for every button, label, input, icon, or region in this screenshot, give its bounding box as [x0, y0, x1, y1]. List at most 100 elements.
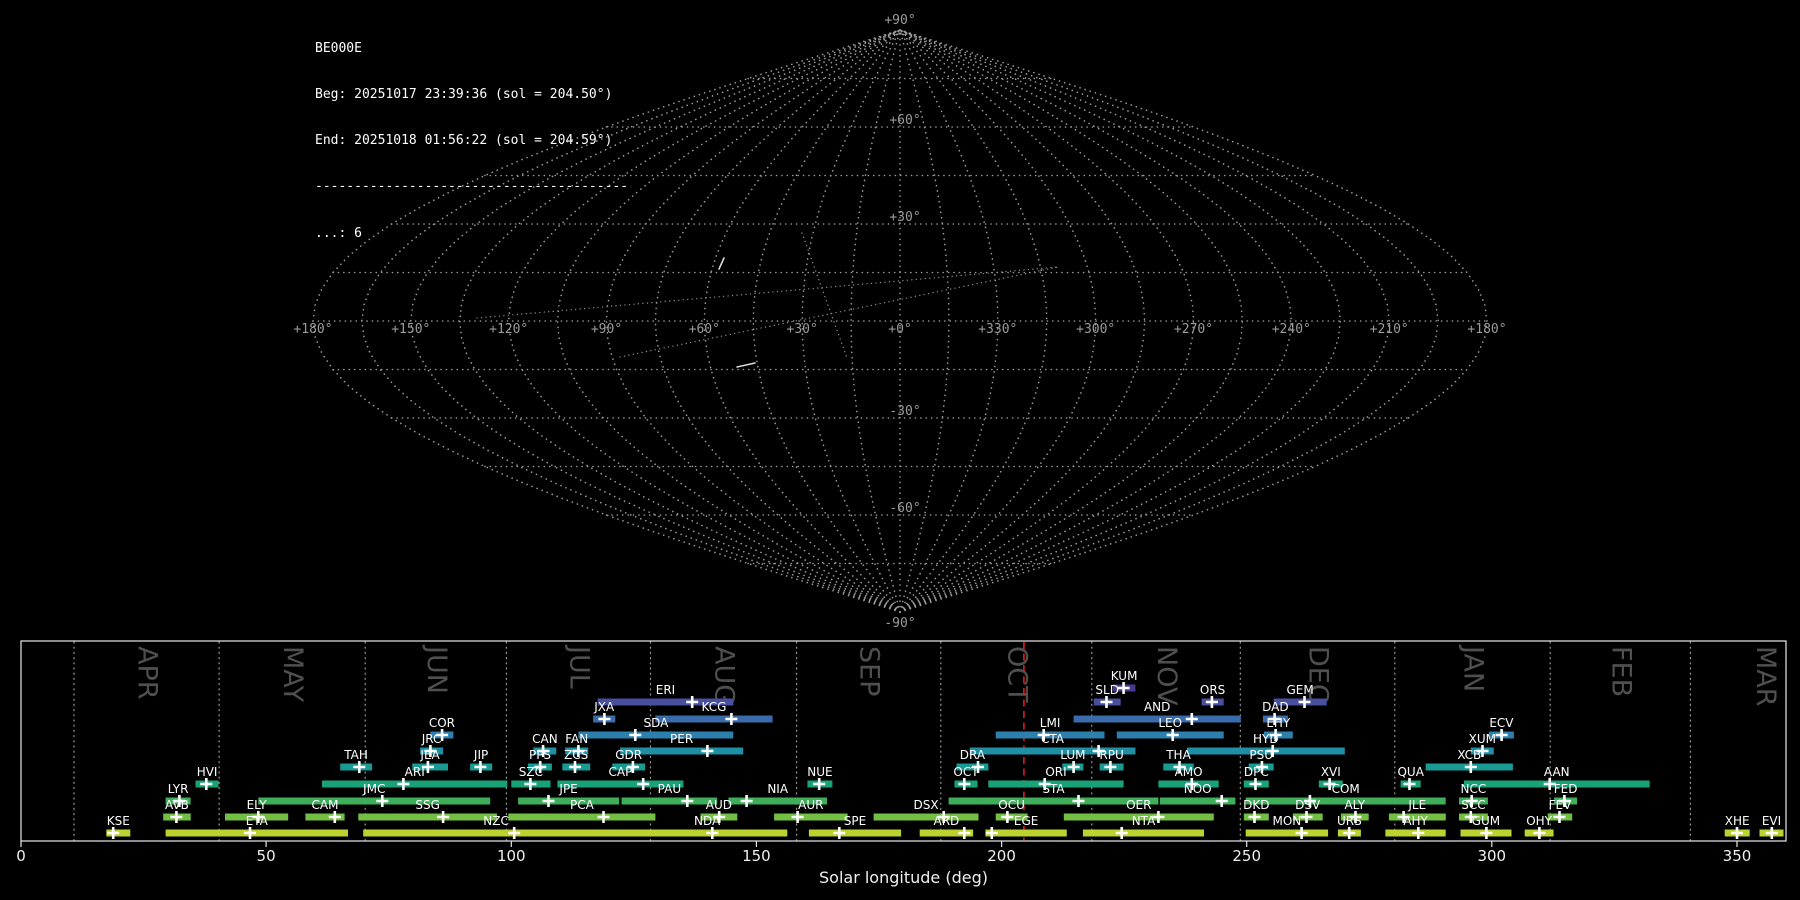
shower-code-label: LEO [1158, 716, 1182, 730]
longitude-label: +60° [689, 322, 720, 337]
shower-peak-marker [1104, 761, 1117, 773]
longitude-label: +240° [1272, 322, 1311, 337]
shower-code-label: ORS [1200, 683, 1225, 697]
shower-peak-marker [1553, 811, 1566, 823]
shower-code-label: AAN [1544, 765, 1570, 779]
shower-code-label: GDR [615, 748, 642, 762]
meteor-trail [476, 266, 1059, 319]
shower-peak-marker [107, 827, 120, 839]
shower-peak-marker [1533, 827, 1546, 839]
shower-code-label: LMI [1040, 716, 1061, 730]
shower-code-label: ERI [656, 683, 675, 697]
shower-peak-marker [1403, 778, 1416, 790]
shower-code-label: LUM [1060, 748, 1085, 762]
shower-peak-marker [629, 729, 642, 741]
shower-peak-marker [1731, 827, 1743, 839]
shower-code-label: XVI [1321, 765, 1341, 779]
meteor-count: ...: 6 [315, 225, 362, 241]
shower-peak-marker [200, 778, 213, 790]
month-label: SEP [854, 646, 885, 696]
shower-code-label: ELY [247, 798, 268, 812]
latitude-label: -30° [889, 404, 920, 419]
shower-peak-marker [1248, 811, 1261, 823]
shower-peak-marker [833, 827, 846, 839]
longitude-label: +150° [391, 322, 430, 337]
sky-map: +180° +150° +120° +90° +60° +30° +0° +330° +300°… [293, 13, 1506, 631]
shower-peak-marker [474, 761, 487, 773]
shower-code-label: ARI [405, 765, 425, 779]
meridian-line [899, 29, 1439, 613]
shower-activity-timeline: APR MAY JUN JUL AUG SEP OCT NOV DEC JAN FEB MARKUME… [16, 640, 1787, 887]
shower-code-label: CAN [532, 732, 558, 746]
shower-code-label: SDA [643, 716, 669, 730]
shower-peak-marker [1295, 827, 1308, 839]
longitude-label: +330° [978, 322, 1017, 337]
meteor-streak [718, 257, 725, 270]
shower-peak-marker [397, 778, 410, 790]
shower-activity-bar [873, 813, 979, 821]
x-tick-label: 250 [1232, 847, 1261, 865]
latitude-label: +30° [889, 210, 920, 225]
shower-code-label: OHY [1526, 814, 1552, 828]
shower-code-label: HVI [197, 765, 218, 779]
x-axis-title: Solar longitude (deg) [819, 868, 988, 887]
shower-code-label: COM [1332, 782, 1360, 796]
header-separator: ---------------------------------------- [315, 179, 629, 195]
shower-peak-marker [1115, 827, 1128, 839]
shower-peak-marker [985, 827, 998, 839]
end-time: End: 20251018 01:56:22 (sol = 204.59°) [315, 133, 613, 149]
meridian-line [899, 29, 1244, 613]
shower-code-label: XHE [1725, 814, 1750, 828]
shower-code-label: CAM [312, 798, 339, 812]
meridian-line [899, 29, 1146, 613]
shower-code-label: KUM [1111, 669, 1138, 683]
shower-activity-bar [1245, 829, 1329, 837]
shower-activity-bar [165, 829, 348, 837]
shower-activity-bar [808, 829, 902, 837]
shower-code-label: DSX [914, 798, 939, 812]
shower-code-label: THA [1165, 748, 1191, 762]
pole-label: -90° [884, 616, 915, 631]
shower-code-label: ECV [1489, 716, 1514, 730]
month-label: JUN [421, 644, 452, 694]
shower-peak-marker [706, 827, 719, 839]
shower-code-label: AND [1144, 700, 1170, 714]
shower-peak-marker [508, 827, 521, 839]
shower-peak-marker [740, 795, 753, 807]
shower-code-label: XUM [1469, 732, 1496, 746]
shower-code-label: ALY [1344, 798, 1365, 812]
shower-code-label: FAN [565, 732, 588, 746]
shower-peak-marker [637, 778, 650, 790]
shower-peak-marker [328, 811, 341, 823]
shower-peak-marker [1001, 811, 1014, 823]
shower-code-label: JPE [558, 782, 577, 796]
shower-peak-marker [681, 795, 694, 807]
shower-activity-bar [1082, 829, 1204, 837]
shower-activity-bar [578, 731, 734, 739]
shower-peak-marker [1072, 795, 1085, 807]
shower-code-label: MON [1273, 814, 1302, 828]
month-label: MAY [277, 646, 308, 703]
shower-peak-marker [1765, 827, 1778, 839]
shower-code-label: EVI [1762, 814, 1781, 828]
pole-label: +90° [884, 13, 915, 28]
shower-code-label: DRA [960, 748, 986, 762]
shower-code-label: NUE [807, 765, 832, 779]
shower-code-label: SLD [1095, 683, 1119, 697]
longitude-label: +120° [489, 322, 528, 337]
longitude-label: +0° [888, 322, 911, 337]
month-label: JUL [563, 644, 594, 689]
shower-peak-marker [1412, 827, 1425, 839]
shower-code-label: GEM [1286, 683, 1313, 697]
shower-code-label: COR [429, 716, 455, 730]
meteor-streaks [718, 257, 756, 368]
shower-peak-marker [1205, 696, 1218, 708]
shower-code-label: PAU [658, 782, 681, 796]
month-label: OCT [1001, 646, 1032, 703]
shower-peak-marker [598, 713, 611, 725]
shower-peak-marker [1067, 761, 1080, 773]
shower-code-label: PCA [570, 798, 595, 812]
meteor-observation-figure: +180° +150° +120° +90° +60° +30° +0° +330° +300°… [0, 0, 1800, 900]
shower-activity-bar [1073, 715, 1241, 723]
longitude-label: +300° [1076, 322, 1115, 337]
